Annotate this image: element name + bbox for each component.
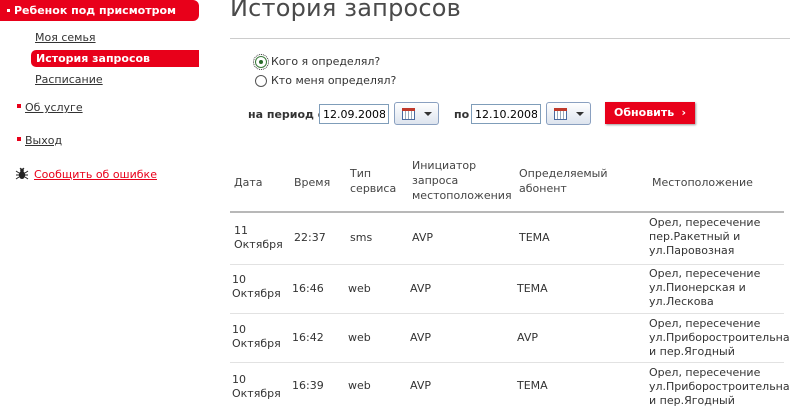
sidebar-item-schedule[interactable]: Расписание [35,73,103,86]
table-row-initiator: AVP [410,379,431,392]
chevron-down-icon [424,111,432,116]
radio-option-who-located-me[interactable]: Кто меня определял? [255,74,396,87]
table-row-location: Орел, пересечение ул.Приборостроительная и… [649,366,790,407]
calendar-icon [554,107,567,120]
sidebar-item-request-history[interactable]: История запросов [31,50,199,67]
sidebar-header[interactable]: Ребенок под присмотром [0,0,199,21]
column-header-date[interactable]: Дата [234,175,262,190]
table-row-target: TEMA [517,282,548,295]
table-row-location: Орел, пересечение ул.Пионерская и ул.Леско… [649,267,761,308]
table-row-time: 16:42 [292,331,324,344]
table-row-time: 22:37 [294,231,326,244]
column-header-service-type[interactable]: Тип сервиса [350,166,396,196]
bullet-icon [17,137,21,141]
row-divider [230,362,784,363]
date-to-input[interactable] [471,104,541,124]
radio-label: Кого я определял? [271,55,381,68]
table-header-divider [230,211,784,213]
radio-button[interactable] [255,74,267,87]
sidebar: Ребенок под присмотром Моя семья История… [0,0,205,410]
bullet-icon [17,104,21,108]
date-to-calendar-button[interactable] [546,102,591,125]
title-divider [230,38,790,39]
table-row-initiator: AVP [410,331,431,344]
radio-label: Кто меня определял? [271,74,397,87]
column-header-location[interactable]: Местоположение [652,175,753,190]
column-header-target[interactable]: Определяемый абонент [519,166,608,196]
table-row-location: Орел, пересечение ул.Приборостроительная и… [649,317,790,358]
chevron-down-icon [576,111,584,116]
table-row-target: TEMA [517,379,548,392]
column-header-time[interactable]: Время [294,175,330,190]
arrow-right-icon: › [681,106,686,119]
table-row-time: 16:39 [292,379,324,392]
sidebar-link-exit[interactable]: Выход [25,134,62,147]
page-title: История запросов [230,0,462,22]
bug-icon [15,167,29,180]
table-row-date: 10 Октября [232,373,281,400]
refresh-button[interactable]: Обновить › [605,102,695,124]
table-row-type: web [348,282,371,295]
date-from-calendar-button[interactable] [394,102,439,125]
period-from-label: на период с [248,108,325,121]
table-row-target: AVP [517,331,538,344]
report-error-label: Сообщить об ошибке [34,167,157,181]
sidebar-link-about[interactable]: Об услуге [25,101,83,114]
table-row-location: Орел, пересечение пер.Ракетный и ул.Парово… [649,216,761,257]
calendar-icon [402,107,415,120]
table-row-type: web [348,379,371,392]
radio-button-checked[interactable] [253,53,269,70]
bullet-icon [7,9,10,12]
table-row-target: TEMA [519,231,550,244]
refresh-button-label: Обновить [614,106,675,119]
table-row-date: 10 Октября [232,323,281,350]
period-to-label: по [454,108,470,121]
table-row-date: 11 Октября [234,224,283,251]
radio-option-whom-i-located[interactable]: Кого я определял? [253,53,381,70]
row-divider [230,313,784,314]
table-row-type: sms [350,231,373,244]
sidebar-header-label: Ребенок под присмотром [14,4,177,17]
table-row-initiator: AVP [412,231,433,244]
row-divider [230,264,784,265]
table-row-date: 10 Октября [232,273,281,300]
table-row-time: 16:46 [292,282,324,295]
column-header-initiator[interactable]: Инициатор запроса местоположения [412,158,512,203]
date-from-input[interactable] [319,104,389,124]
report-error-link[interactable]: Сообщить об ошибке [14,166,157,182]
table-row-type: web [348,331,371,344]
table-row-initiator: AVP [410,282,431,295]
sidebar-item-my-family[interactable]: Моя семья [35,31,96,44]
